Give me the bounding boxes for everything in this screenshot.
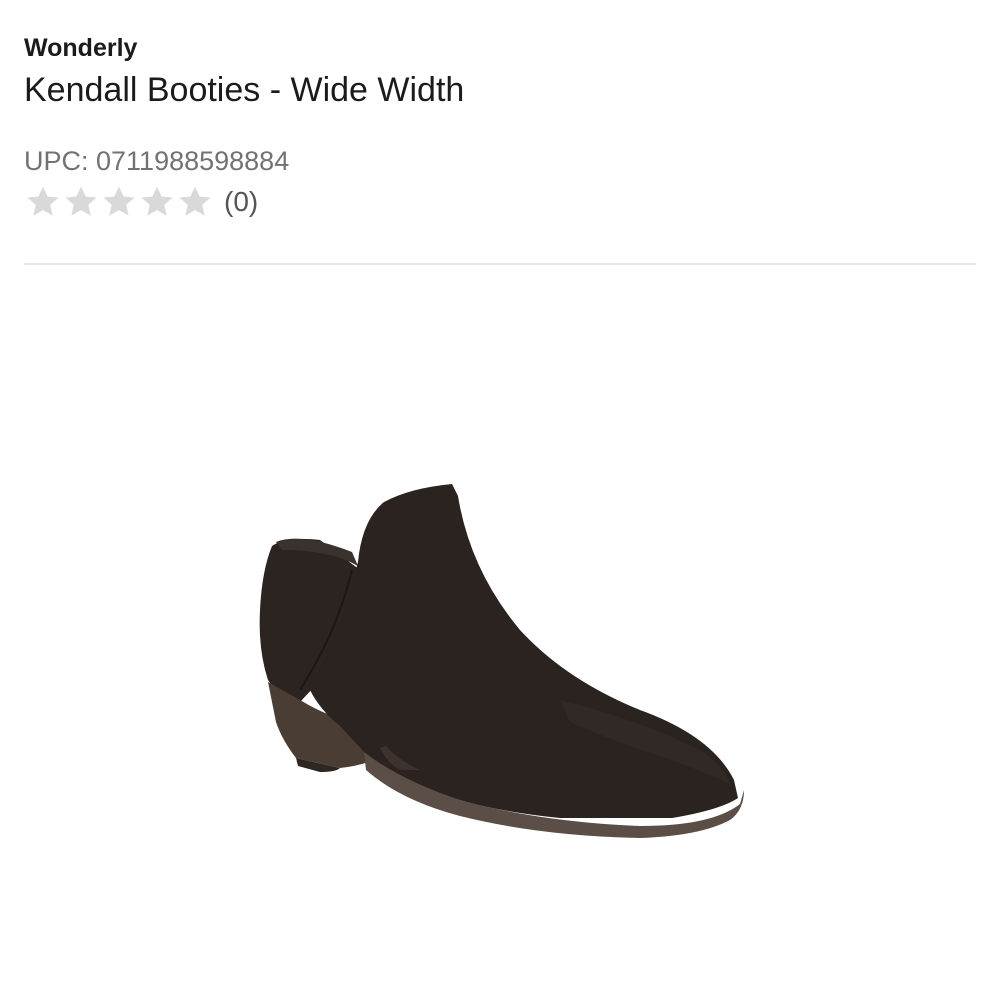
star-icon [103,186,135,216]
product-image-area[interactable] [0,270,1000,996]
product-header: Wonderly Kendall Booties - Wide Width [24,30,976,112]
star-icon [27,186,59,216]
section-divider [24,263,976,265]
star-rating [24,183,214,221]
brand-name[interactable]: Wonderly [24,30,976,66]
review-count[interactable]: (0) [224,184,258,220]
ankle-bootie-image [259,484,744,838]
star-icon [141,186,173,216]
rating-summary[interactable]: (0) [24,182,258,222]
product-upc: UPC: 0711988598884 [24,146,290,176]
star-icon [179,186,211,216]
product-title: Kendall Booties - Wide Width [24,71,465,109]
star-icon [65,186,97,216]
